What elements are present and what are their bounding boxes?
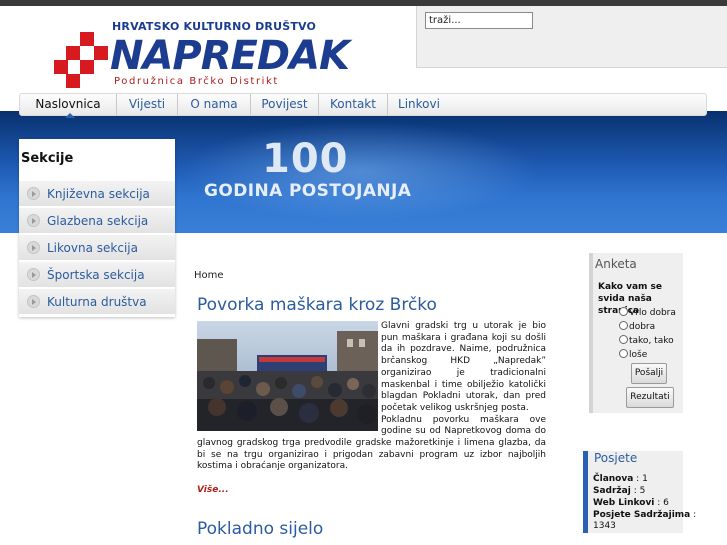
logo-mark-square — [54, 60, 68, 74]
nav-item-kontakt[interactable]: Kontakt — [319, 94, 388, 115]
poll-option[interactable]: Vrlo dobra — [619, 307, 676, 318]
radio-icon[interactable] — [619, 349, 628, 358]
visit-stat: Članova : 1 — [593, 474, 648, 484]
logo-tagline: HRVATSKO KULTURNO DRUŠTVO — [112, 20, 317, 33]
main-nav: Naslovnica Vijesti O nama Povijest Konta… — [19, 93, 707, 118]
logo-mark-square — [94, 46, 108, 60]
active-tab-indicator-icon — [65, 113, 75, 118]
play-arrow-icon — [27, 214, 40, 227]
article-paragraph: Glavni gradski trg u utorak je bio pun m… — [381, 321, 546, 413]
sidebar-item-kulturna-drustva[interactable]: Kulturna društva — [19, 289, 175, 315]
visit-stat-value: 1343 — [593, 521, 616, 531]
poll-results-button[interactable]: Rezultati — [626, 387, 674, 408]
sidebar-title: Sekcije — [21, 151, 74, 166]
visits-title: Posjete — [594, 451, 638, 465]
visit-stat-label: Posjete Sadržajima — [593, 510, 691, 520]
visit-stat-value: 1 — [642, 474, 648, 484]
play-arrow-icon — [27, 295, 40, 308]
nav-item-linkovi[interactable]: Linkovi — [388, 94, 450, 115]
logo-mark-square — [66, 74, 80, 88]
visit-stat: Sadržaj : 5 — [593, 486, 646, 496]
poll-option-label: Vrlo dobra — [629, 308, 676, 318]
logo-mark-square — [80, 32, 94, 46]
sidebar-item-label: Športska sekcija — [47, 268, 145, 282]
logo-subtitle: Podružnica Brčko Distrikt — [114, 76, 279, 87]
sidebar-item-knjizevna[interactable]: Književna sekcija — [19, 181, 175, 207]
nav-item-naslovnica[interactable]: Naslovnica — [20, 94, 117, 115]
breadcrumb[interactable]: Home — [194, 270, 224, 281]
poll-option[interactable]: tako, tako — [619, 335, 674, 346]
poll-option-label: loše — [629, 350, 648, 360]
logo-mark-square — [80, 60, 94, 74]
banner-number: 100 — [262, 136, 349, 182]
poll-option-label: dobra — [629, 322, 656, 332]
sidebar-item-likovna[interactable]: Likovna sekcija — [19, 235, 175, 261]
visit-stat-value: 6 — [663, 498, 669, 508]
radio-icon[interactable] — [619, 335, 628, 344]
poll-box: Anketa Kako vam se svida naša stranica V… — [589, 253, 683, 413]
visits-box: Posjete Članova : 1 Sadržaj : 5 Web Link… — [583, 451, 696, 533]
sidebar-item-label: Glazbena sekcija — [47, 214, 149, 228]
banner-text: GODINA POSTOJANJA — [204, 181, 412, 201]
poll-option-label: tako, tako — [629, 336, 674, 346]
article-photo[interactable] — [197, 321, 378, 431]
poll-option[interactable]: loše — [619, 349, 647, 360]
poll-option[interactable]: dobra — [619, 321, 655, 332]
visit-stat-label: Web Linkovi — [593, 498, 655, 508]
sidebar-item-label: Kulturna društva — [47, 295, 147, 309]
sidebar-item-label: Likovna sekcija — [47, 241, 138, 255]
visit-stat-label: Sadržaj — [593, 486, 631, 496]
logo-brand: NAPREDAK — [110, 33, 350, 79]
play-arrow-icon — [27, 187, 40, 200]
sections-sidebar: Sekcije Književna sekcija Glazbena sekci… — [19, 139, 175, 317]
play-arrow-icon — [27, 241, 40, 254]
sidebar-item-label: Književna sekcija — [47, 187, 150, 201]
sidebar-item-sportska[interactable]: Športska sekcija — [19, 262, 175, 288]
radio-icon[interactable] — [619, 307, 628, 316]
logo-mark-square — [66, 46, 80, 60]
radio-icon[interactable] — [619, 321, 628, 330]
play-arrow-icon — [27, 268, 40, 281]
search-panel — [416, 6, 727, 68]
poll-vote-button[interactable]: Pošalji — [631, 363, 667, 384]
visit-stat: Web Linkovi : 6 — [593, 498, 669, 508]
nav-item-vijesti[interactable]: Vijesti — [117, 94, 178, 115]
search-input[interactable] — [425, 12, 533, 29]
visit-stat-value: 5 — [639, 486, 646, 496]
visit-stat: Posjete Sadržajima : — [593, 510, 697, 520]
read-more-link[interactable]: Više... — [197, 485, 229, 495]
poll-title: Anketa — [595, 257, 637, 271]
visit-stat-label: Članova — [593, 474, 634, 484]
site-logo[interactable]: HRVATSKO KULTURNO DRUŠTVO NAPREDAK Podru… — [54, 18, 350, 92]
sidebar-item-glazbena[interactable]: Glazbena sekcija — [19, 208, 175, 234]
nav-item-o-nama[interactable]: O nama — [178, 94, 251, 115]
banner-glow — [180, 121, 540, 221]
article-title[interactable]: Pokladno sijelo — [197, 519, 323, 539]
article-title[interactable]: Povorka maškara kroz Brčko — [197, 295, 437, 315]
nav-item-povijest[interactable]: Povijest — [251, 94, 319, 115]
